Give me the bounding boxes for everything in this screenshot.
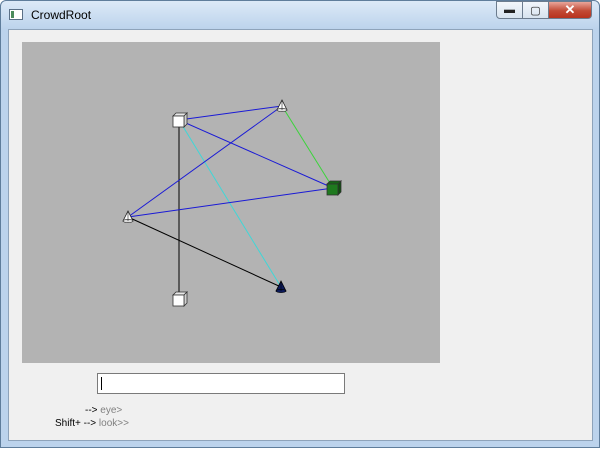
close-button[interactable]: ✕: [549, 1, 592, 19]
node-cone-navy-cone[interactable]: [275, 280, 287, 293]
edge-box-a-cone-a: [178, 105, 283, 121]
app-icon: [9, 9, 23, 20]
node-box-green-cube[interactable]: [326, 180, 342, 196]
node-cone-a-cone[interactable]: [276, 99, 288, 112]
minimize-button[interactable]: ▬: [496, 1, 523, 19]
node-box-b-cube[interactable]: [172, 291, 188, 307]
maximize-button[interactable]: ▢: [523, 1, 549, 19]
edge-cone-b-box-green: [127, 187, 334, 218]
caption-buttons: ▬ ▢ ✕: [496, 1, 592, 21]
hint-look-action: look>>: [98, 418, 129, 429]
app-window: CrowdRoot ▬ ▢ ✕ --> eye> Shift+ --> look…: [0, 0, 600, 448]
hint-look-key: Shift+ -->: [55, 418, 97, 429]
edge-box-a-cone-navy: [178, 119, 282, 288]
hint-eye-key: -->: [85, 405, 98, 416]
title-bar[interactable]: CrowdRoot ▬ ▢ ✕: [1, 1, 599, 29]
hint-eye: --> eye>: [85, 405, 122, 416]
node-box-a-cube[interactable]: [172, 112, 188, 128]
hint-eye-action: eye>: [100, 405, 123, 416]
window-title: CrowdRoot: [31, 8, 92, 22]
hint-look: Shift+ --> look>>: [55, 418, 129, 429]
edge-cone-a-cone-b: [127, 105, 283, 218]
command-input[interactable]: [97, 373, 345, 394]
edge-cone-a-box-green: [281, 105, 334, 189]
scene-canvas[interactable]: [22, 42, 440, 363]
scene-viewport[interactable]: [22, 42, 440, 363]
edge-cone-b-cone-navy: [127, 216, 282, 288]
text-caret: [101, 377, 102, 390]
edge-box-a-box-green: [178, 119, 334, 189]
client-area: --> eye> Shift+ --> look>>: [8, 29, 593, 441]
